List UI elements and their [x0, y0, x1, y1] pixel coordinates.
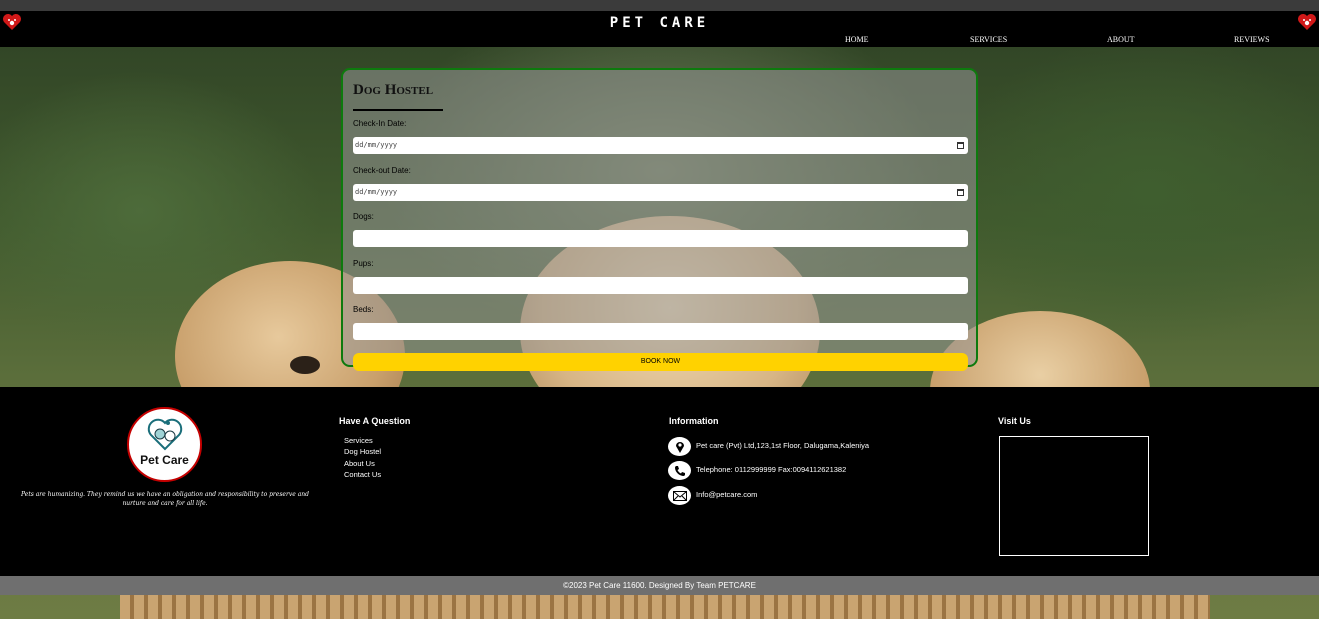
mail-icon: [668, 486, 691, 505]
pups-label: Pups:: [353, 259, 374, 268]
nav-home[interactable]: HOME: [845, 35, 869, 44]
nav-about[interactable]: ABOUT: [1107, 35, 1135, 44]
nav-reviews[interactable]: REVIEWS: [1234, 35, 1270, 44]
info-heading: Information: [669, 416, 719, 426]
dogs-label: Dogs:: [353, 212, 374, 221]
footer-link-services[interactable]: Services: [344, 436, 373, 445]
checkout-date-input[interactable]: dd/mm/yyyy: [353, 184, 968, 201]
site-header: PET CARE HOME SERVICES ABOUT REVIEWS: [0, 11, 1319, 47]
browser-strip: [0, 0, 1319, 11]
visit-heading: Visit Us: [998, 416, 1031, 426]
location-icon: [668, 437, 691, 456]
question-heading: Have A Question: [339, 416, 411, 426]
title-underline: [353, 109, 443, 111]
email-text: Info@petcare.com: [696, 490, 758, 499]
paw-heart-icon[interactable]: [1297, 13, 1317, 31]
book-now-button[interactable]: BOOK NOW: [353, 353, 968, 371]
footer-link-dog-hostel[interactable]: Dog Hostel: [344, 447, 381, 456]
checkout-placeholder: dd/mm/yyyy: [355, 188, 398, 196]
phone-text: Telephone: 0112999999 Fax:0094112621382: [696, 465, 847, 474]
pet-logo-icon: [147, 418, 183, 451]
footer-logo-text: Pet Care: [140, 453, 189, 467]
calendar-icon[interactable]: [957, 189, 964, 196]
booking-form: Dog Hostel Check-In Date: dd/mm/yyyy Che…: [341, 68, 978, 371]
footer-link-about-us[interactable]: About Us: [344, 459, 375, 468]
checkin-date-input[interactable]: dd/mm/yyyy: [353, 137, 968, 154]
footer-logo: Pet Care: [127, 407, 202, 482]
beds-label: Beds:: [353, 305, 374, 314]
pups-input[interactable]: [353, 277, 968, 294]
address-text: Pet care (Pvt) Ltd,123,1st Floor, Daluga…: [696, 441, 870, 450]
copyright-bar: ©2023 Pet Care 11600. Designed By Team P…: [0, 576, 1319, 595]
map-embed[interactable]: [999, 436, 1149, 556]
calendar-icon[interactable]: [957, 142, 964, 149]
dogs-input[interactable]: [353, 230, 968, 247]
form-title: Dog Hostel: [353, 82, 434, 98]
footer-link-contact-us[interactable]: Contact Us: [344, 470, 381, 479]
site-title: PET CARE: [609, 15, 710, 31]
puppy-eye: [290, 356, 320, 374]
main-nav: HOME SERVICES ABOUT REVIEWS: [0, 35, 1319, 47]
footer-tagline: Pets are humanizing. They remind us we h…: [21, 491, 309, 507]
nav-services[interactable]: SERVICES: [970, 35, 1007, 44]
checkin-placeholder: dd/mm/yyyy: [355, 141, 398, 149]
site-footer: Pet Care Pets are humanizing. They remin…: [0, 387, 1319, 576]
beds-input[interactable]: [353, 323, 968, 340]
checkin-label: Check-In Date:: [353, 119, 407, 128]
phone-icon: [668, 461, 691, 480]
checkout-label: Check-out Date:: [353, 166, 411, 175]
